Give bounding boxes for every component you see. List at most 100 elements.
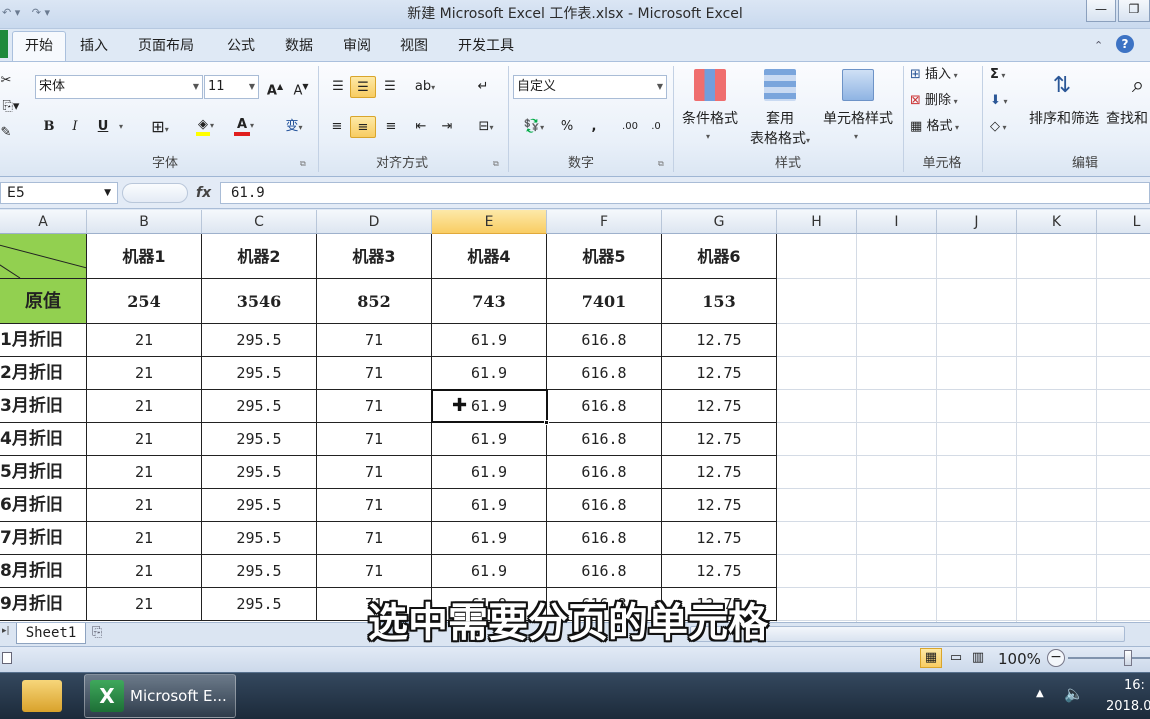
data-cell[interactable]: 12.75 (662, 390, 777, 423)
header-cell[interactable]: 机器2 (202, 234, 317, 279)
tab-view[interactable]: 视图 (400, 36, 428, 56)
worksheet-grid[interactable]: A B C D E F G H I J K L 机器1 机器2 机器3 机器4 机器5 机器6 原值 254 3546 8… (0, 210, 1150, 622)
data-cell[interactable]: 71 (317, 489, 432, 522)
header-cell[interactable]: 机器1 (87, 234, 202, 279)
font-size-combo[interactable]: 11 ▼ (204, 75, 259, 99)
minimize-ribbon-icon[interactable]: ⌃ (1094, 36, 1103, 56)
data-cell[interactable]: 12.75 (662, 423, 777, 456)
data-cell[interactable]: 616.8 (547, 456, 662, 489)
tab-review[interactable]: 审阅 (343, 36, 371, 56)
italic-button[interactable]: I (66, 116, 84, 138)
clear-icon[interactable]: ◇ ▾ (990, 116, 1020, 138)
data-cell[interactable]: 295.5 (202, 522, 317, 555)
original-value-cell[interactable]: 153 (662, 279, 777, 324)
percent-button[interactable]: % (556, 116, 578, 138)
original-value-cell[interactable]: 7401 (547, 279, 662, 324)
table-format-button-line1[interactable]: 套用 (758, 110, 802, 128)
bold-button[interactable]: B (40, 116, 58, 138)
column-header-e[interactable]: E (432, 210, 547, 234)
tab-page-layout[interactable]: 页面布局 (138, 36, 194, 56)
data-cell[interactable]: 71 (317, 456, 432, 489)
data-cell[interactable]: 616.8 (547, 324, 662, 357)
align-center-icon[interactable]: ≡ (350, 116, 376, 138)
column-header-h[interactable]: H (777, 210, 857, 234)
column-header-b[interactable]: B (87, 210, 202, 234)
column-header-k[interactable]: K (1017, 210, 1097, 234)
data-cell[interactable]: 295.5 (202, 555, 317, 588)
name-box[interactable]: E5 ▼ (0, 182, 118, 204)
font-color-icon[interactable]: A ▾ (228, 114, 260, 136)
align-left-icon[interactable]: ≡ (326, 116, 348, 138)
align-middle-icon[interactable]: ☰ (350, 76, 376, 98)
row-label-cell[interactable]: 2月折旧 (0, 357, 87, 390)
row-label-cell[interactable]: 6月折旧 (0, 489, 87, 522)
data-cell[interactable]: 616.8 (547, 390, 662, 423)
copy-icon[interactable]: ⎘▾ (0, 96, 22, 118)
column-header-l[interactable]: L (1097, 210, 1150, 234)
format-cells-button[interactable]: ▦ 格式 ▾ (910, 116, 976, 138)
header-cell[interactable]: 机器6 (662, 234, 777, 279)
alignment-dialog-launcher-icon[interactable]: ⧉ (493, 159, 499, 169)
normal-view-icon[interactable]: ▦ (920, 648, 942, 668)
data-cell[interactable]: 61.9 (432, 357, 547, 390)
column-header-c[interactable]: C (202, 210, 317, 234)
show-hidden-icons[interactable]: ▲ (1036, 688, 1044, 699)
data-cell[interactable]: 61.9 (432, 555, 547, 588)
zoom-level[interactable]: 100% (998, 648, 1044, 670)
quick-access-toolbar[interactable]: ↶ ▾ ↷ ▾ (2, 6, 72, 22)
table-format-icon[interactable] (764, 69, 796, 101)
autosum-button[interactable]: Σ ▾ (990, 64, 1020, 86)
align-right-icon[interactable]: ≡ (380, 116, 402, 138)
diagonal-header-cell[interactable] (0, 234, 87, 279)
redo-icon[interactable]: ↷ ▾ (32, 6, 50, 19)
clock-time[interactable]: 16: (1124, 678, 1150, 696)
data-cell[interactable]: 21 (87, 456, 202, 489)
data-cell[interactable]: 616.8 (547, 522, 662, 555)
data-cell[interactable]: 21 (87, 357, 202, 390)
data-cell[interactable]: 71 (317, 423, 432, 456)
fill-color-icon[interactable]: ◈ ▾ (190, 114, 220, 136)
data-cell[interactable]: 71 (317, 390, 432, 423)
conditional-format-icon[interactable] (694, 69, 726, 101)
macro-record-icon[interactable] (2, 652, 12, 664)
cell-styles-dropdown-icon[interactable]: ▾ (854, 132, 858, 141)
original-value-label[interactable]: 原值 (0, 279, 87, 324)
column-header-g[interactable]: G (662, 210, 777, 234)
row-label-cell[interactable]: 8月折旧 (0, 555, 87, 588)
data-cell[interactable]: 21 (87, 522, 202, 555)
page-break-view-icon[interactable]: ▥ (968, 648, 988, 668)
cell-styles-button[interactable]: 单元格样式 (818, 110, 898, 128)
tab-data[interactable]: 数据 (285, 36, 313, 56)
original-value-cell[interactable]: 852 (317, 279, 432, 324)
tab-home[interactable]: 开始 (12, 31, 66, 62)
fill-handle[interactable] (544, 420, 549, 425)
shrink-font-icon[interactable]: A▼ (290, 76, 312, 98)
conditional-format-dropdown-icon[interactable]: ▾ (706, 132, 710, 141)
cell-styles-icon[interactable] (842, 69, 874, 101)
data-cell[interactable]: 295.5 (202, 588, 317, 621)
decrease-decimal-icon[interactable]: .0 (644, 116, 668, 138)
data-cell[interactable]: 21 (87, 390, 202, 423)
table-format-button-line2[interactable]: 表格格式▾ (740, 130, 820, 150)
delete-cells-button[interactable]: ⊠ 删除 ▾ (910, 90, 976, 112)
volume-muted-icon[interactable]: 🔈 (1064, 684, 1088, 706)
accounting-format-icon[interactable]: 💱▾ (516, 116, 552, 138)
increase-indent-icon[interactable]: ⇥ (436, 116, 458, 138)
data-cell[interactable]: 61.9 (432, 324, 547, 357)
row-label-cell[interactable]: 3月折旧 (0, 390, 87, 423)
formula-input[interactable]: 61.9 (220, 182, 1150, 204)
comma-button[interactable]: , (584, 116, 604, 138)
conditional-format-button[interactable]: 条件格式 (678, 110, 742, 128)
data-cell[interactable]: 21 (87, 588, 202, 621)
number-format-combo[interactable]: 自定义 ▼ (513, 75, 667, 99)
data-cell[interactable]: 295.5 (202, 390, 317, 423)
sheet-tab-sheet1[interactable]: Sheet1 (16, 623, 86, 644)
sort-filter-icon[interactable]: ⇅ (1046, 70, 1078, 102)
header-cell[interactable]: 机器5 (547, 234, 662, 279)
data-cell[interactable]: 12.75 (662, 522, 777, 555)
cut-icon[interactable]: ✂ (0, 70, 12, 92)
format-painter-icon[interactable]: ✎ (0, 122, 12, 144)
orientation-icon[interactable]: ab▾ (410, 76, 440, 98)
number-dialog-launcher-icon[interactable]: ⧉ (658, 159, 664, 169)
borders-icon[interactable]: ⊞▾ (142, 116, 178, 138)
